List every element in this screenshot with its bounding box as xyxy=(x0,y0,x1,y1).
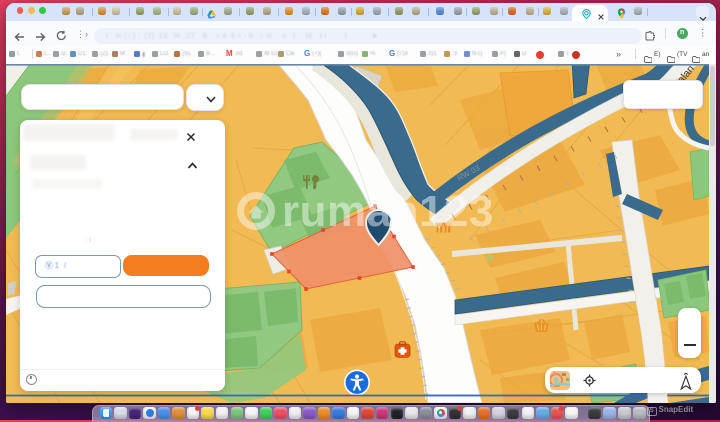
svg-text:P: P xyxy=(486,254,493,266)
svg-text:rumah123: rumah123 xyxy=(282,187,494,236)
